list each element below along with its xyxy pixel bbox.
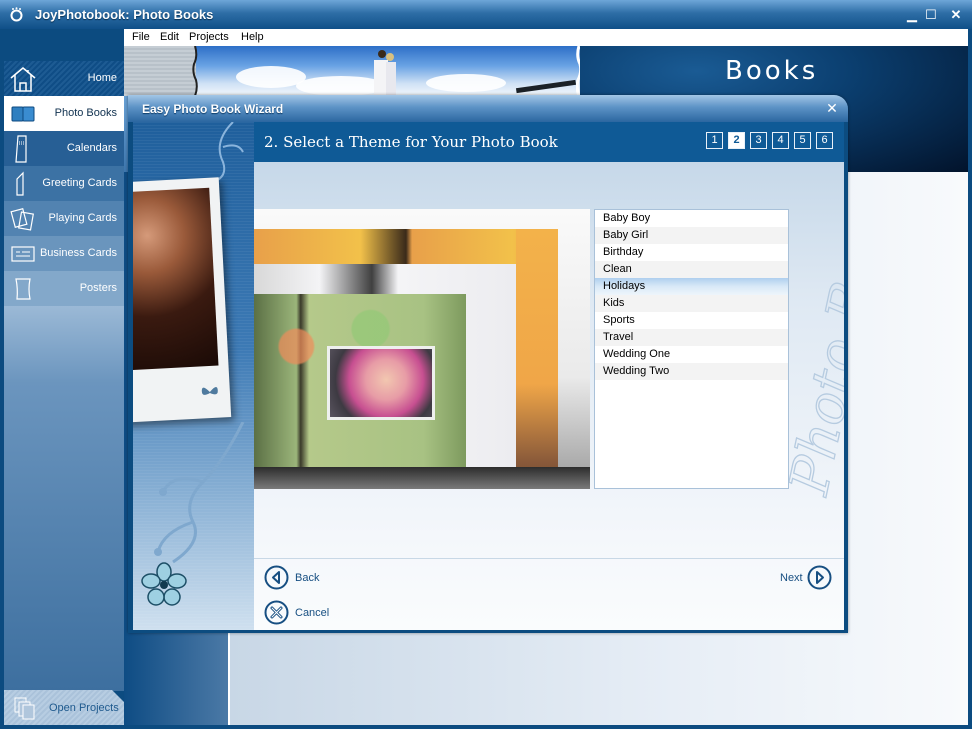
back-button[interactable]: Back — [264, 565, 319, 590]
pier — [515, 79, 577, 94]
wizard-close-button[interactable]: ✕ — [825, 101, 839, 115]
cancel-button[interactable]: Cancel — [264, 600, 329, 625]
sidebar-item-label: Playing Cards — [48, 212, 117, 224]
back-label: Back — [295, 571, 320, 584]
app-logo-icon — [10, 7, 23, 22]
children-photo — [133, 187, 219, 371]
menu-file[interactable]: File — [132, 31, 150, 43]
menu-projects[interactable]: Projects — [189, 31, 229, 43]
theme-item-baby-boy[interactable]: Baby Boy — [595, 210, 788, 227]
wizard-side-art — [133, 122, 254, 630]
open-projects-label: Open Projects — [49, 702, 119, 714]
menu-edit[interactable]: Edit — [160, 31, 179, 43]
next-button[interactable]: Next — [780, 565, 832, 590]
theme-item-holidays[interactable]: Holidays — [595, 278, 788, 295]
theme-item-wedding-one[interactable]: Wedding One — [595, 346, 788, 363]
divider — [254, 558, 844, 559]
sidebar-item-calendars[interactable]: Calendars — [4, 131, 124, 166]
swirl-ornament — [212, 122, 244, 182]
poster-icon — [15, 278, 31, 300]
step-5[interactable]: 5 — [794, 132, 811, 149]
butterfly-icon — [201, 386, 218, 395]
wizard-step-header: 2. Select a Theme for Your Photo Book 1 … — [254, 122, 844, 162]
title-bar: JoyPhotobook: Photo Books ▁ ☐ ✕ — [0, 0, 972, 29]
banner-title: Books — [725, 56, 819, 86]
cloud — [426, 74, 506, 92]
playing-cards-icon — [10, 207, 34, 231]
photo-image — [330, 349, 432, 417]
book-icon — [11, 106, 35, 122]
step-3[interactable]: 3 — [750, 132, 767, 149]
sidebar: Home Photo Books Calendars Greeting Card… — [4, 61, 124, 725]
wizard-dialog: Easy Photo Book Wizard ✕ 2. Select a The… — [128, 95, 848, 633]
sidebar-item-playing-cards[interactable]: Playing Cards — [4, 201, 124, 236]
cancel-label: Cancel — [295, 606, 330, 619]
menu-bar: File Edit Projects Help — [124, 29, 968, 46]
window-title: JoyPhotobook: Photo Books — [35, 7, 214, 22]
step-2[interactable]: 2 — [728, 132, 745, 149]
banner-photo — [196, 46, 580, 96]
theme-item-sports[interactable]: Sports — [595, 312, 788, 329]
next-label: Next — [780, 571, 803, 584]
wizard-title-bar: Easy Photo Book Wizard ✕ — [128, 95, 848, 122]
sidebar-item-label: Calendars — [66, 142, 117, 154]
step-1[interactable]: 1 — [706, 132, 723, 149]
sidebar-item-label: Business Cards — [39, 247, 117, 259]
theme-list[interactable]: Baby Boy Baby Girl Birthday Clean Holida… — [594, 209, 789, 489]
step-4[interactable]: 4 — [772, 132, 789, 149]
sidebar-item-label: Greeting Cards — [42, 177, 117, 189]
theme-item-travel[interactable]: Travel — [595, 329, 788, 346]
theme-item-kids[interactable]: Kids — [595, 295, 788, 312]
banner-texture — [124, 46, 196, 96]
close-window-button[interactable]: ✕ — [949, 8, 963, 22]
theme-preview — [254, 209, 590, 489]
calendar-icon — [15, 135, 27, 163]
greeting-card-icon — [16, 171, 24, 196]
theme-item-birthday[interactable]: Birthday — [595, 244, 788, 261]
theme-item-clean[interactable]: Clean — [595, 261, 788, 278]
cancel-x-icon — [264, 600, 289, 625]
menu-help[interactable]: Help — [241, 31, 264, 43]
sidebar-item-label: Home — [87, 72, 117, 84]
sidebar-item-home[interactable]: Home — [4, 61, 124, 96]
minimize-button[interactable]: ▁ — [905, 8, 919, 22]
wizard-title: Easy Photo Book Wizard — [142, 102, 284, 116]
home-icon — [10, 67, 36, 92]
back-arrow-icon — [264, 565, 289, 590]
torn-edge — [192, 46, 198, 96]
sidebar-item-label: Posters — [79, 282, 117, 294]
book-base — [254, 467, 590, 489]
sidebar-item-photo-books[interactable]: Photo Books — [4, 96, 124, 131]
sidebar-background — [4, 306, 124, 691]
sidebar-item-greeting-cards[interactable]: Greeting Cards — [4, 166, 124, 201]
wizard-body: Photo Books Baby Boy Baby Girl Birthday … — [254, 162, 844, 630]
sidebar-item-business-cards[interactable]: Business Cards — [4, 236, 124, 271]
business-card-icon — [11, 246, 35, 262]
app-window: JoyPhotobook: Photo Books ▁ ☐ ✕ File Edi… — [0, 0, 972, 729]
theme-item-wedding-two[interactable]: Wedding Two — [595, 363, 788, 380]
open-projects-button[interactable]: Open Projects — [4, 690, 124, 725]
next-arrow-icon — [807, 565, 832, 590]
maximize-button[interactable]: ☐ — [924, 8, 938, 22]
book-cover-edge — [516, 229, 558, 489]
open-projects-icon — [14, 697, 35, 720]
couple-figure — [374, 50, 396, 96]
flower-ornament — [141, 562, 187, 606]
sidebar-item-label: Photo Books — [54, 107, 117, 119]
step-6[interactable]: 6 — [816, 132, 833, 149]
theme-item-baby-girl[interactable]: Baby Girl — [595, 227, 788, 244]
photo-polaroid — [133, 177, 232, 423]
sidebar-item-posters[interactable]: Posters — [4, 271, 124, 306]
preview-photo — [327, 346, 435, 420]
step-title: 2. Select a Theme for Your Photo Book — [264, 133, 558, 151]
